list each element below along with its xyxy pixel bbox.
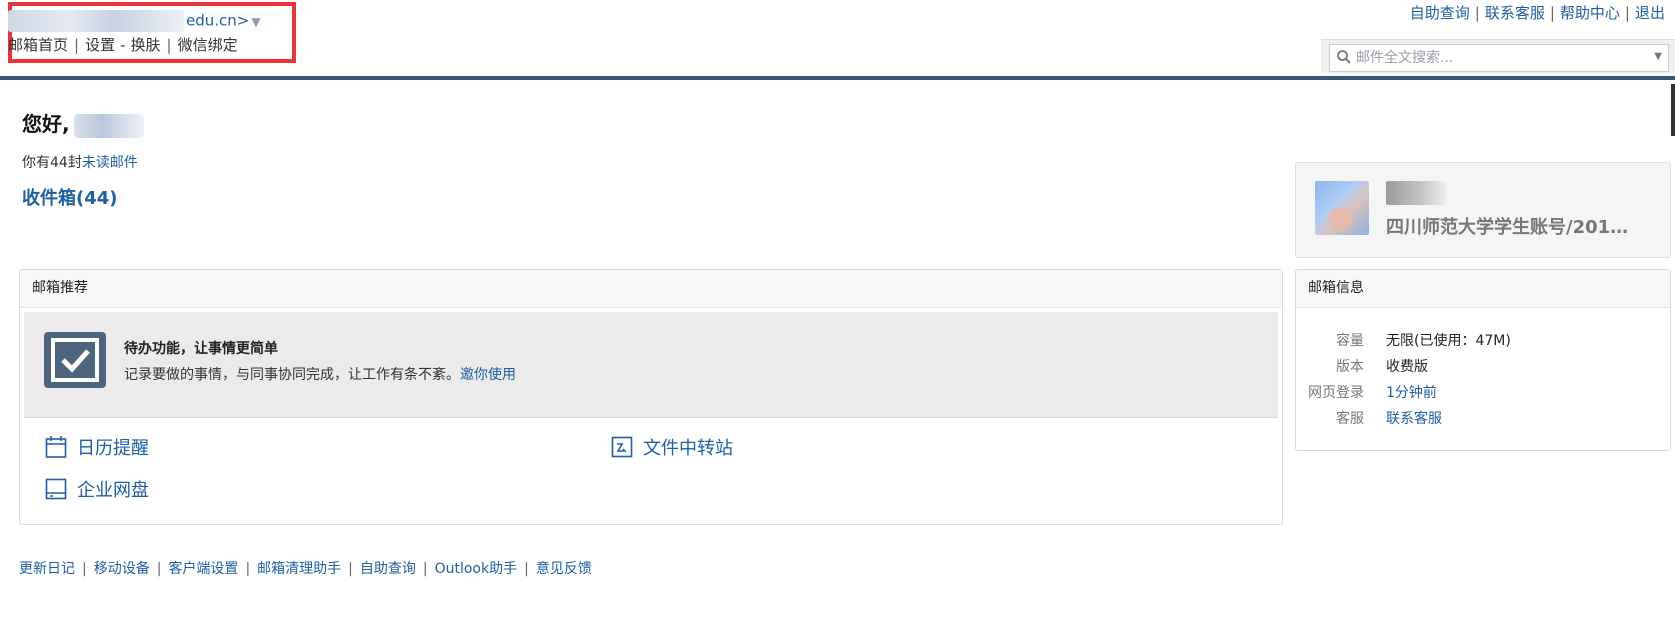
greeting-hello: 您好,	[22, 112, 70, 136]
nav-dash: -	[120, 36, 126, 54]
info-value-link[interactable]: 联系客服	[1386, 408, 1442, 428]
feature-file-transfer-label: 文件中转站	[643, 438, 733, 459]
separator: |	[156, 561, 162, 577]
info-value-link[interactable]: 1分钟前	[1386, 382, 1437, 402]
info-key: 容量	[1336, 333, 1364, 349]
top-header: edu.cn> ▼ 邮箱首页 | 设置 - 换肤 | 微信绑定 自助查询 | 联系客服 | 帮助中心 |…	[0, 0, 1675, 76]
top-right-links: 自助查询 | 联系客服 | 帮助中心 | 退出	[1410, 2, 1665, 23]
blurred-account-name	[8, 10, 184, 32]
panel-title: 邮箱信息	[1296, 270, 1670, 308]
footer-links: 更新日记 | 移动设备 | 客户端设置 | 邮箱清理助手 | 自助查询 | Outlook助手 | 意见…	[19, 558, 592, 578]
nav-skin[interactable]: 换肤	[131, 36, 161, 54]
feature-calendar[interactable]: 日历提醒	[45, 434, 149, 460]
info-key: 版本	[1336, 359, 1364, 375]
unread-prefix: 你有44封	[22, 155, 82, 171]
separator: |	[524, 561, 529, 577]
footer-self-service[interactable]: 自助查询	[360, 561, 416, 577]
unread-summary: 你有44封未读邮件	[22, 152, 138, 172]
separator: |	[422, 561, 428, 577]
user-card: 四川师范大学学生账号/2018...	[1295, 162, 1671, 258]
footer-changelog[interactable]: 更新日记	[19, 561, 75, 577]
info-row-web-login: 网页登录 1分钟前	[1296, 382, 1666, 402]
link-self-service[interactable]: 自助查询	[1410, 4, 1470, 22]
info-row-support: 客服 联系客服	[1296, 408, 1666, 428]
avatar[interactable]	[1315, 181, 1369, 235]
blurred-user-name	[73, 113, 144, 138]
todo-title: 待办功能，让事情更简单	[124, 341, 278, 357]
user-organization: 四川师范大学学生账号/2018...	[1386, 217, 1636, 238]
info-key: 网页登录	[1308, 385, 1364, 401]
separator: |	[1549, 4, 1555, 22]
todo-promo: 待办功能，让事情更简单 记录要做的事情，与同事协同完成，让工作有条不紊。邀你使用	[24, 312, 1278, 418]
todo-desc-text: 记录要做的事情，与同事协同完成，让工作有条不紊。	[124, 367, 460, 383]
link-logout[interactable]: 退出	[1635, 4, 1665, 22]
separator: |	[348, 561, 353, 577]
search-box[interactable]: ▼	[1329, 44, 1669, 72]
todo-description: 记录要做的事情，与同事协同完成，让工作有条不紊。邀你使用	[124, 364, 516, 384]
feature-netdisk-label: 企业网盘	[77, 480, 149, 501]
feature-netdisk[interactable]: 企业网盘	[45, 476, 149, 502]
info-value: 收费版	[1386, 359, 1428, 375]
footer-outlook-assistant[interactable]: Outlook助手	[435, 561, 518, 577]
search-options-chevron-icon[interactable]: ▼	[1654, 51, 1662, 62]
account-suffix: edu.cn>	[186, 11, 250, 30]
greeting: 您好,	[22, 108, 144, 138]
separator: |	[245, 561, 251, 577]
unread-mail-link[interactable]: 未读邮件	[82, 155, 138, 171]
avatar-face	[1329, 207, 1353, 231]
info-key: 客服	[1336, 411, 1364, 427]
link-help-center[interactable]: 帮助中心	[1560, 4, 1620, 22]
todo-invite-link[interactable]: 邀你使用	[460, 367, 516, 383]
nav-mail-home[interactable]: 邮箱首页	[8, 36, 68, 54]
info-value: 无限(已使用：47M)	[1386, 333, 1511, 349]
inbox-link[interactable]: 收件箱(44)	[22, 184, 118, 210]
scrollbar[interactable]	[1671, 84, 1675, 136]
file-transfer-icon	[611, 436, 633, 458]
nav-settings[interactable]: 设置	[85, 36, 115, 54]
separator: |	[74, 36, 80, 54]
calendar-icon	[45, 436, 67, 458]
mailbox-info-panel: 邮箱信息 容量 无限(已使用：47M) 版本 收费版 网页登录 1分钟前 客服 联系客服	[1295, 269, 1671, 451]
top-nav: 邮箱首页 | 设置 - 换肤 | 微信绑定	[8, 34, 238, 55]
footer-client-settings[interactable]: 客户端设置	[168, 561, 238, 577]
separator: |	[166, 36, 172, 54]
blurred-user-name	[1386, 181, 1446, 205]
search-input[interactable]	[1356, 48, 1646, 68]
info-row-capacity: 容量 无限(已使用：47M)	[1296, 330, 1666, 350]
separator: |	[1624, 4, 1630, 22]
account-switcher[interactable]: edu.cn> ▼	[8, 10, 261, 32]
feature-file-transfer[interactable]: 文件中转站	[611, 434, 733, 460]
footer-mobile[interactable]: 移动设备	[94, 561, 150, 577]
footer-cleanup-assistant[interactable]: 邮箱清理助手	[257, 561, 341, 577]
search-icon	[1337, 50, 1351, 64]
netdisk-icon	[45, 478, 67, 500]
search-bar: ▼	[1321, 39, 1675, 73]
link-contact-support[interactable]: 联系客服	[1485, 4, 1545, 22]
separator: |	[82, 561, 87, 577]
checkbox-icon	[44, 332, 106, 388]
separator: |	[1474, 4, 1480, 22]
nav-wechat-bind[interactable]: 微信绑定	[178, 36, 238, 54]
mailbox-recommend-panel: 邮箱推荐 待办功能，让事情更简单 记录要做的事情，与同事协同完成，让工作有条不紊…	[19, 269, 1283, 525]
chevron-down-icon[interactable]: ▼	[251, 15, 260, 29]
feature-calendar-label: 日历提醒	[77, 438, 149, 459]
info-row-version: 版本 收费版	[1296, 356, 1666, 376]
panel-title: 邮箱推荐	[20, 270, 1282, 308]
footer-feedback[interactable]: 意见反馈	[536, 561, 592, 577]
header-divider	[0, 76, 1675, 80]
